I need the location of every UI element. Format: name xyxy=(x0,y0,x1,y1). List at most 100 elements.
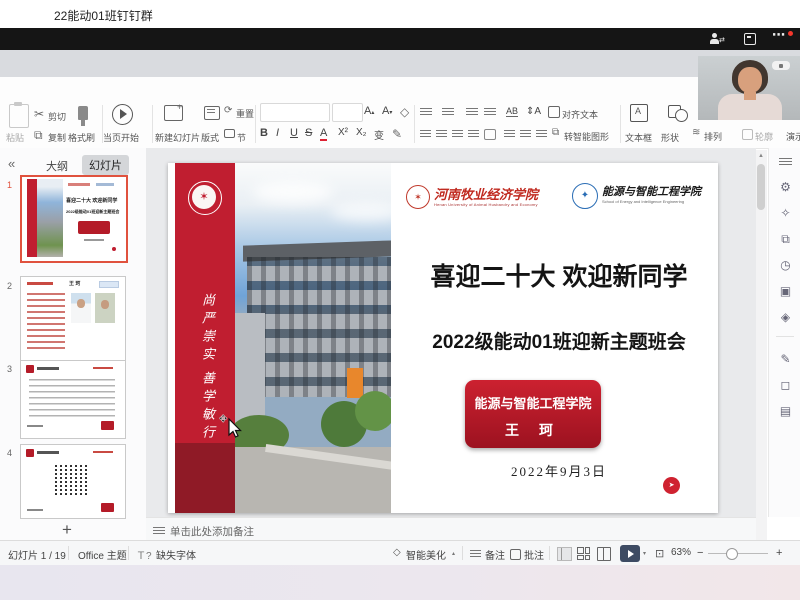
increase-indent-icon[interactable] xyxy=(484,108,496,117)
reset-icon[interactable]: ⟳ xyxy=(224,105,232,116)
outline-icon[interactable] xyxy=(742,129,753,140)
slide-subtitle[interactable]: 2022级能动01班迎新主题班会 xyxy=(400,327,718,354)
play-current-label[interactable]: 当页开始 xyxy=(103,131,139,144)
notes-bar[interactable]: 单击此处添加备注 xyxy=(146,517,756,541)
strike-button[interactable]: S xyxy=(305,127,312,139)
textbox-icon[interactable]: A xyxy=(630,104,648,122)
layout-label[interactable]: 版式 xyxy=(201,131,219,144)
section-label[interactable]: 节 xyxy=(237,131,246,144)
new-slide-icon[interactable]: + xyxy=(164,105,183,121)
comments-toggle[interactable]: 批注 xyxy=(524,547,544,562)
font-name-input[interactable] xyxy=(260,103,330,122)
play-caret-icon[interactable]: ▾ xyxy=(643,550,646,557)
more-options-icon[interactable]: ⋯ xyxy=(772,27,785,43)
switch-user-icon[interactable]: ⇄ xyxy=(710,33,724,45)
decrease-indent-icon[interactable] xyxy=(466,108,478,117)
view-sorter-icon[interactable] xyxy=(577,547,589,559)
scrollbar-thumb[interactable] xyxy=(757,164,765,210)
collapse-panel-button[interactable]: « xyxy=(8,156,15,171)
protect-icon[interactable]: ◈ xyxy=(778,310,793,324)
smartart-icon[interactable]: ⧉ xyxy=(552,127,559,138)
paste-icon[interactable] xyxy=(9,104,29,128)
cut-label[interactable]: 剪切 xyxy=(48,110,66,123)
slide-thumbnail-4[interactable] xyxy=(20,444,126,519)
italic-button[interactable]: I xyxy=(276,127,279,139)
bold-button[interactable]: B xyxy=(260,127,268,139)
outline-label[interactable]: 轮廓 xyxy=(755,130,773,143)
view-reading-icon[interactable] xyxy=(597,547,611,561)
underline-button[interactable]: U xyxy=(290,127,298,139)
format-painter-icon[interactable] xyxy=(78,106,88,120)
tab-slides[interactable]: 幻灯片 xyxy=(82,155,129,175)
font-shrink-icon[interactable]: A▾ xyxy=(382,105,392,117)
scroll-up-icon[interactable]: ▲ xyxy=(758,153,764,159)
copy-label[interactable]: 复制 xyxy=(48,131,66,144)
media-icon[interactable]: ▤ xyxy=(778,404,793,418)
theme-name[interactable]: Office 主题 xyxy=(78,547,127,562)
image-tools-icon[interactable]: ▣ xyxy=(778,284,793,298)
play-from-current-icon[interactable] xyxy=(112,104,133,125)
line-spacing-icon[interactable] xyxy=(504,130,515,139)
to-smartart-label[interactable]: 转智能图形 xyxy=(564,130,609,143)
arrange-icon[interactable]: ≋ xyxy=(692,127,700,138)
textbox-label[interactable]: 文本框 xyxy=(625,131,652,144)
animation-pane-icon[interactable]: ⧉ xyxy=(778,232,793,247)
meeting-camera-feed[interactable] xyxy=(698,56,800,120)
highlight-pen-icon[interactable]: ✎ xyxy=(392,127,402,141)
share-window-icon[interactable] xyxy=(744,33,756,45)
line-height-icon[interactable]: ⇕A xyxy=(526,106,541,117)
distribute-icon[interactable] xyxy=(484,129,496,140)
shapes-label[interactable]: 形状 xyxy=(661,131,679,144)
comments-icon[interactable] xyxy=(510,549,521,560)
new-slide-label[interactable]: 新建幻灯片 xyxy=(155,131,200,144)
history-icon[interactable]: ◷ xyxy=(778,258,793,272)
pen-icon[interactable]: ✎ xyxy=(778,352,793,366)
notes-toggle[interactable]: 备注 xyxy=(485,547,505,562)
reset-label[interactable]: 重置 xyxy=(236,107,254,120)
zoom-slider-track[interactable] xyxy=(708,553,768,554)
notes-toggle-icon[interactable] xyxy=(470,550,481,558)
slide-thumbnail-1[interactable]: 喜迎二十大 欢迎新同学 2022级能动01班迎新主题班会 xyxy=(20,175,128,263)
slideshow-play-button[interactable] xyxy=(620,545,640,562)
align-text-icon[interactable] xyxy=(548,106,560,118)
missing-font[interactable]: 缺失字体 xyxy=(156,547,196,562)
zoom-level[interactable]: 63% xyxy=(671,547,691,558)
paragraph-spacing-icon[interactable] xyxy=(520,130,531,139)
vertical-scrollbar[interactable]: ▲ xyxy=(756,150,767,540)
bullet-list-icon[interactable] xyxy=(420,108,432,117)
align-left-icon[interactable] xyxy=(420,130,431,139)
subscript-button[interactable]: X₂ xyxy=(356,127,367,138)
zoom-in-button[interactable]: + xyxy=(776,547,782,559)
align-right-icon[interactable] xyxy=(452,130,463,139)
present-label[interactable]: 演示 xyxy=(786,130,800,143)
rail-handle[interactable] xyxy=(779,158,792,165)
section-icon[interactable] xyxy=(224,129,235,138)
next-arrow-icon[interactable]: ➤ xyxy=(663,477,680,494)
superscript-button[interactable]: X² xyxy=(338,127,348,138)
beautify-caret-icon[interactable]: ▴ xyxy=(452,550,455,557)
text-direction-icon[interactable]: AB xyxy=(506,106,518,117)
shape-lib-icon[interactable]: ◻ xyxy=(778,378,793,392)
notes-placeholder[interactable]: 单击此处添加备注 xyxy=(170,524,254,539)
slide-thumbnail-3[interactable] xyxy=(20,360,126,439)
format-painter-label[interactable]: 格式刷 xyxy=(68,131,95,144)
cut-icon[interactable]: ✂ xyxy=(34,107,44,121)
clear-format-icon[interactable]: ◇ xyxy=(400,105,409,119)
font-size-input[interactable] xyxy=(332,103,363,122)
add-slide-button[interactable]: + xyxy=(62,520,72,540)
zoom-slider-knob[interactable] xyxy=(726,548,738,560)
slide-thumbnail-2[interactable]: 王 珂 xyxy=(20,276,126,362)
fit-window-icon[interactable]: ⊡ xyxy=(655,547,664,560)
arrange-label[interactable]: 排列 xyxy=(704,130,722,143)
font-color-button[interactable]: A xyxy=(320,127,327,141)
presenter-badge[interactable]: 能源与智能工程学院 王 珂 xyxy=(465,380,601,448)
paste-label[interactable]: 粘贴 xyxy=(6,131,24,144)
zoom-out-button[interactable]: − xyxy=(697,547,703,559)
properties-icon[interactable]: ⚙ xyxy=(778,180,793,194)
smart-beautify[interactable]: 智能美化 xyxy=(406,547,446,562)
char-effects-button[interactable]: 变 xyxy=(374,127,384,142)
tab-outline[interactable]: 大纲 xyxy=(46,158,68,174)
beautify-icon[interactable]: ✧ xyxy=(778,206,793,220)
numbered-list-icon[interactable] xyxy=(442,108,454,117)
slide-editor[interactable]: ✶ 尚严崇实 善学敏行 ✶ xyxy=(168,163,718,513)
